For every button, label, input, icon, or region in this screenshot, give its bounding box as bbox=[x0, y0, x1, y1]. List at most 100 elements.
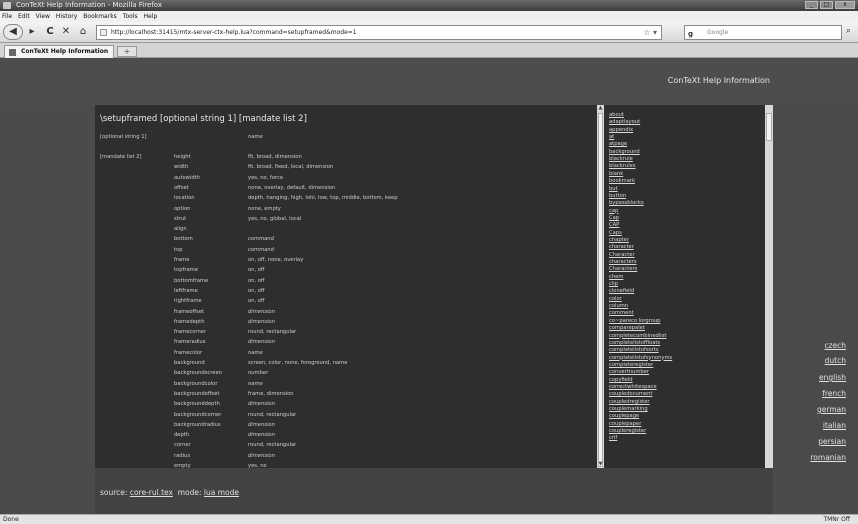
menu-help[interactable]: Help bbox=[144, 11, 158, 22]
command-link[interactable]: atpage bbox=[609, 141, 627, 147]
command-link[interactable]: Characters bbox=[609, 266, 637, 272]
close-button[interactable]: x bbox=[835, 1, 855, 9]
command-link[interactable]: characters bbox=[609, 259, 637, 265]
mode-label: mode: bbox=[177, 488, 202, 497]
menu-file[interactable]: File bbox=[2, 11, 12, 22]
command-link[interactable]: completelistofsorts bbox=[609, 347, 659, 353]
command-link[interactable]: coupledregister bbox=[609, 399, 650, 405]
command-link[interactable]: couplepage bbox=[609, 413, 639, 419]
command-link[interactable]: clonefield bbox=[609, 288, 634, 294]
command-link[interactable]: Character bbox=[609, 252, 635, 258]
language-link-5[interactable]: italian bbox=[823, 421, 846, 430]
command-link[interactable]: about bbox=[609, 112, 624, 118]
language-link-4[interactable]: german bbox=[817, 405, 846, 414]
content-scrollbar[interactable]: ▲ ▼ bbox=[597, 105, 604, 468]
command-link[interactable]: color bbox=[609, 296, 622, 302]
menu-edit[interactable]: Edit bbox=[18, 11, 30, 22]
back-button[interactable]: ◀ bbox=[3, 24, 23, 40]
content-scroll-thumb[interactable] bbox=[598, 113, 603, 467]
param-value: on, off, none, overlay bbox=[248, 257, 304, 263]
param-name: framedepth bbox=[174, 318, 205, 325]
status-indicator: TMNr Off bbox=[823, 516, 850, 523]
url-text: http://localhost:31415/mtx-server-ctx-he… bbox=[111, 29, 357, 36]
tab-context-help[interactable]: ConTeXt Help Information bbox=[4, 45, 114, 58]
search-input[interactable]: g Google bbox=[684, 25, 842, 40]
language-link-1[interactable]: dutch bbox=[825, 356, 846, 365]
language-link-7[interactable]: romanian bbox=[810, 453, 846, 462]
command-list-scrollbar[interactable] bbox=[765, 105, 773, 468]
command-link[interactable]: blackrules bbox=[609, 163, 636, 169]
command-link[interactable]: Cap bbox=[609, 215, 619, 221]
language-link-3[interactable]: french bbox=[822, 389, 846, 398]
command-link[interactable]: at bbox=[609, 134, 614, 140]
command-link[interactable]: adaptlayout bbox=[609, 119, 640, 125]
command-link[interactable]: crlf bbox=[609, 435, 617, 441]
menu-history[interactable]: History bbox=[56, 11, 77, 22]
search-engine-icon[interactable]: g bbox=[688, 28, 693, 41]
minimize-button[interactable]: _ bbox=[805, 1, 818, 9]
command-link[interactable]: comment bbox=[609, 310, 634, 316]
command-link[interactable]: completeregister bbox=[609, 362, 653, 368]
command-link[interactable]: completelistofsynonyms bbox=[609, 355, 672, 361]
menu-tools[interactable]: Tools bbox=[123, 11, 138, 22]
param-value: round, rectangular bbox=[248, 411, 297, 418]
scroll-up-icon[interactable]: ▲ bbox=[597, 105, 604, 112]
param-name: leftframe bbox=[174, 287, 198, 294]
command-link[interactable]: column bbox=[609, 303, 628, 309]
command-link[interactable]: couplepaper bbox=[609, 421, 641, 427]
command-link[interactable]: button bbox=[609, 193, 626, 199]
command-link[interactable]: CAP bbox=[609, 222, 619, 228]
bookmark-star-icon[interactable]: ☆ ▾ bbox=[643, 26, 657, 39]
param-name: frame bbox=[174, 257, 190, 263]
command-link[interactable]: co~pareco lorgroup bbox=[609, 318, 660, 324]
param-name: backgrounddepth bbox=[174, 401, 220, 408]
command-link[interactable]: couplemarking bbox=[609, 406, 648, 412]
command-link[interactable]: chapter bbox=[609, 237, 629, 243]
mode-link[interactable]: lua mode bbox=[204, 488, 239, 497]
command-link[interactable]: chem bbox=[609, 274, 623, 280]
param-name: width bbox=[174, 164, 189, 171]
search-icon[interactable]: ⌕ bbox=[846, 26, 851, 36]
command-link[interactable]: clip bbox=[609, 281, 618, 287]
command-link[interactable]: cap bbox=[609, 208, 618, 214]
command-link[interactable]: bypassblocks bbox=[609, 200, 644, 206]
command-list-scroll-thumb[interactable] bbox=[766, 113, 772, 141]
source-link[interactable]: core-rul.tex bbox=[130, 488, 173, 497]
command-link[interactable]: coupledocument bbox=[609, 391, 652, 397]
new-tab-button[interactable]: + bbox=[117, 46, 137, 57]
scroll-down-icon[interactable]: ▼ bbox=[597, 461, 604, 468]
command-link[interactable]: convertnumber bbox=[609, 369, 649, 375]
command-link[interactable]: copyfield bbox=[609, 377, 633, 383]
command-link[interactable]: appendix bbox=[609, 127, 633, 133]
param-value: dimension bbox=[248, 421, 275, 428]
param-value: yes, no, force bbox=[248, 174, 284, 181]
stop-button[interactable]: ✕ bbox=[60, 25, 72, 39]
maximize-button[interactable]: □ bbox=[820, 1, 833, 9]
language-link-2[interactable]: english bbox=[819, 373, 846, 382]
language-link-0[interactable]: czech bbox=[824, 341, 846, 350]
menu-bookmarks[interactable]: Bookmarks bbox=[83, 11, 117, 22]
param-value: fit, broad, fixed, local, dimension bbox=[248, 164, 334, 171]
url-bar[interactable]: http://localhost:31415/mtx-server-ctx-he… bbox=[96, 25, 662, 40]
param-value: dimension bbox=[248, 401, 275, 408]
command-link[interactable]: coupleregister bbox=[609, 428, 646, 434]
command-link[interactable]: completelistoffloats bbox=[609, 340, 660, 346]
param-value: name bbox=[248, 349, 263, 356]
command-link[interactable]: background bbox=[609, 149, 640, 155]
command-link[interactable]: comparepalet bbox=[609, 325, 645, 331]
command-link[interactable]: Caps bbox=[609, 230, 622, 236]
command-link[interactable]: but bbox=[609, 186, 618, 192]
firefox-icon bbox=[3, 2, 11, 9]
reload-button[interactable]: C bbox=[44, 25, 56, 39]
command-link[interactable]: blackrule bbox=[609, 156, 633, 162]
command-link[interactable]: completecombinedlist bbox=[609, 333, 666, 339]
command-link[interactable]: blank bbox=[609, 171, 623, 177]
menu-view[interactable]: View bbox=[36, 11, 50, 22]
command-link[interactable]: character bbox=[609, 244, 634, 250]
command-link[interactable]: correctwhitespace bbox=[609, 384, 657, 390]
language-link-6[interactable]: persian bbox=[818, 437, 846, 446]
forward-button[interactable]: ▸ bbox=[26, 25, 38, 39]
home-button[interactable]: ⌂ bbox=[77, 25, 89, 39]
param-name: backgroundcorner bbox=[174, 411, 222, 418]
command-link[interactable]: bookmark bbox=[609, 178, 635, 184]
